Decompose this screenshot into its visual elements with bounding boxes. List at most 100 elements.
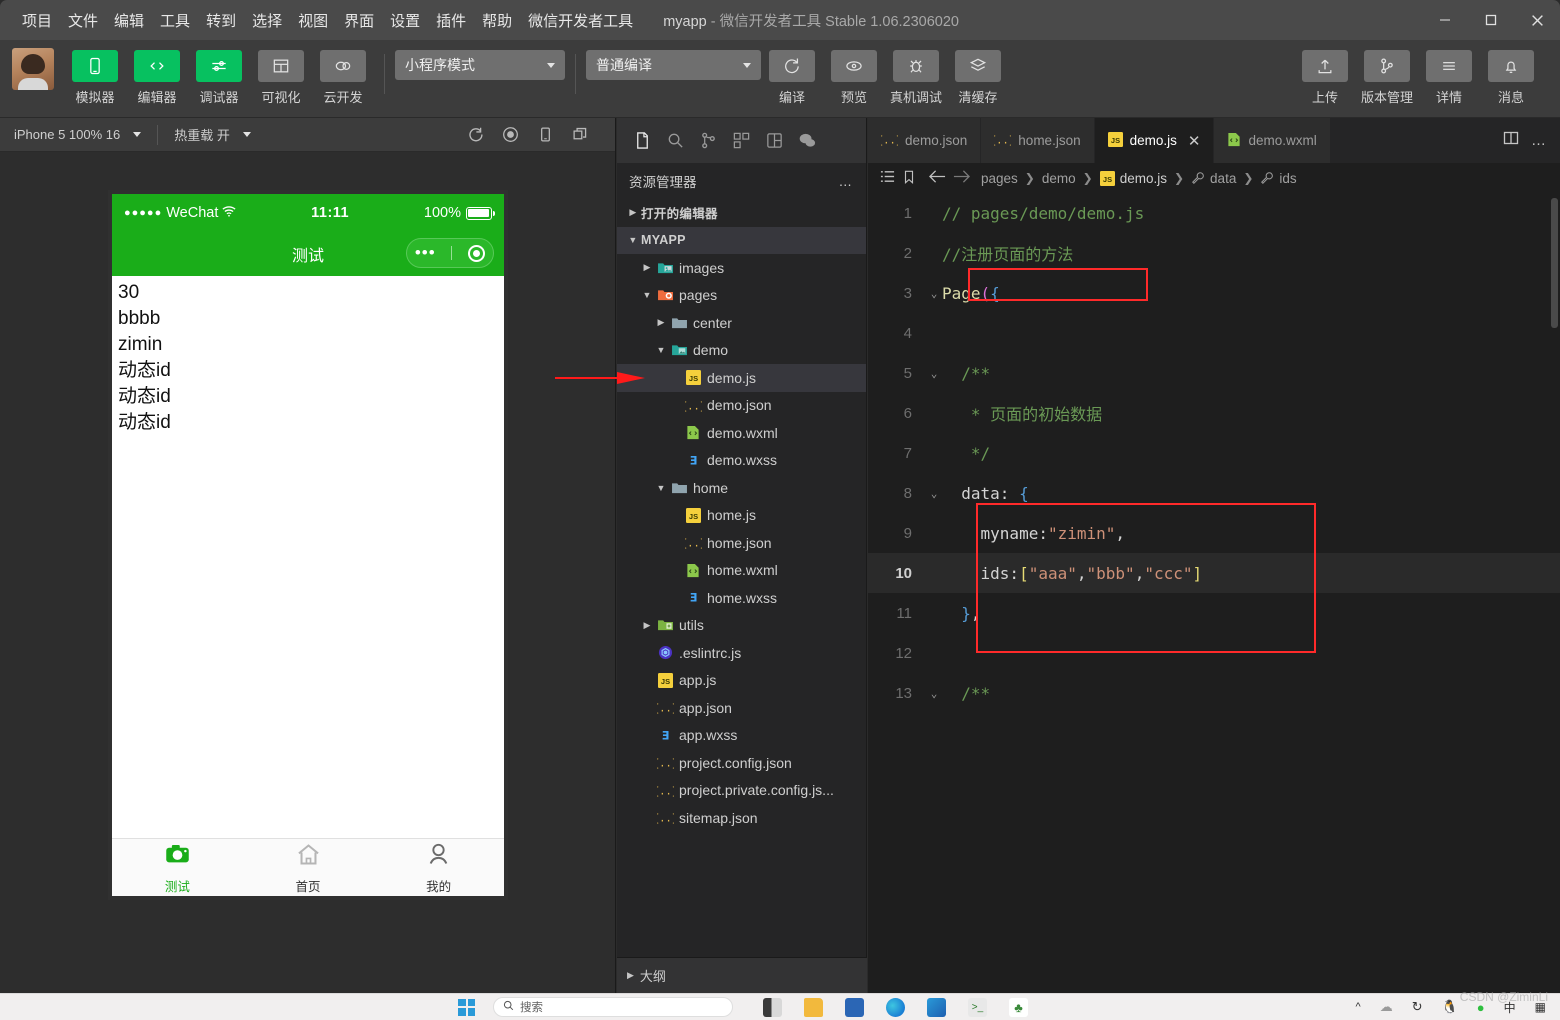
file-tree-item-pages[interactable]: ▼ pages <box>617 282 866 310</box>
code-line-9[interactable]: 9 myname:"zimin", <box>868 513 1560 553</box>
refresh-icon[interactable] <box>467 126 484 143</box>
menu-item-8[interactable]: 设置 <box>382 6 428 35</box>
file-tree-item-home.js[interactable]: ▶JShome.js <box>617 502 866 530</box>
files-icon[interactable] <box>627 126 657 156</box>
chevron-down-icon-fold[interactable]: ⌄ <box>926 687 942 700</box>
minimize-button[interactable] <box>1422 0 1468 40</box>
clover-icon[interactable]: ♣ <box>1009 997 1028 1017</box>
file-tree-item-sitemap.json[interactable]: ▶{..}sitemap.json <box>617 804 866 832</box>
file-tree-item-project.private.config.js...[interactable]: ▶{..}project.private.config.js... <box>617 777 866 805</box>
editor-tab-home.json[interactable]: {..} home.json <box>981 118 1095 163</box>
menu-item-10[interactable]: 帮助 <box>474 6 520 35</box>
terminal-icon[interactable]: >_ <box>968 997 987 1017</box>
phone-simulator[interactable]: ●●●●● WeChat 11:11 100% 测试 ••• 30 bbbb z… <box>108 190 508 900</box>
file-tree-item-app.js[interactable]: ▶JSapp.js <box>617 667 866 695</box>
source-control-icon[interactable] <box>693 126 723 156</box>
code-line-1[interactable]: 1 // pages/demo/demo.js <box>868 193 1560 233</box>
file-tree-item-demo[interactable]: ▼ demo <box>617 337 866 365</box>
tabbar-item-我的[interactable]: 我的 <box>373 839 504 896</box>
code-line-12[interactable]: 12 <box>868 633 1560 673</box>
breadcrumb-item-data[interactable]: data <box>1191 171 1236 186</box>
code-line-2[interactable]: 2 //注册页面的方法 <box>868 233 1560 273</box>
file-tree-item-.eslintrc.js[interactable]: ▶.eslintrc.js <box>617 639 866 667</box>
tabbar-item-测试[interactable]: 测试 <box>112 839 243 896</box>
code-line-3[interactable]: 3 ⌄ Page({ <box>868 273 1560 313</box>
outline-section[interactable]: ▶ 大纲 <box>617 957 867 993</box>
windows-icon[interactable] <box>572 126 589 143</box>
menu-item-0[interactable]: 项目 <box>14 6 60 35</box>
editor-tab-demo.wxml[interactable]: demo.wxml <box>1214 118 1331 163</box>
menu-item-1[interactable]: 文件 <box>60 6 106 35</box>
file-tree-item-home[interactable]: ▼ home <box>617 474 866 502</box>
file-tree-item-utils[interactable]: ▶ utils <box>617 612 866 640</box>
split-editor-icon[interactable] <box>1503 130 1519 151</box>
menu-item-11[interactable]: 微信开发者工具 <box>520 6 641 35</box>
file-tree-item-home.json[interactable]: ▶{..}home.json <box>617 529 866 557</box>
file-tree-item-app.json[interactable]: ▶{..}app.json <box>617 694 866 722</box>
office-icon[interactable] <box>927 997 946 1017</box>
file-tree-item-home.wxml[interactable]: ▶home.wxml <box>617 557 866 585</box>
code-line-11[interactable]: 11 }, <box>868 593 1560 633</box>
close-button[interactable] <box>1514 0 1560 40</box>
menu-item-4[interactable]: 转到 <box>198 6 244 35</box>
menu-item-7[interactable]: 界面 <box>336 6 382 35</box>
file-tree-item-app.wxss[interactable]: ▶Ǝapp.wxss <box>617 722 866 750</box>
code-line-13[interactable]: 13 ⌄ /** <box>868 673 1560 713</box>
file-tree-item-images[interactable]: ▶ images <box>617 254 866 282</box>
breadcrumb-item-demo.js[interactable]: JS demo.js <box>1099 170 1167 186</box>
breadcrumb-item-pages[interactable]: pages <box>981 171 1018 186</box>
toolbar-button-真机调试[interactable]: 真机调试 <box>885 40 947 106</box>
taskbar-search[interactable]: 搜索 <box>493 997 733 1017</box>
toolbar-button-消息[interactable]: 消息 <box>1480 40 1542 106</box>
code-line-5[interactable]: 5 ⌄ /** <box>868 353 1560 393</box>
debug-icon[interactable] <box>759 126 789 156</box>
extensions-icon[interactable] <box>726 126 756 156</box>
file-tree-item-demo.js[interactable]: ▶JSdemo.js <box>555 364 866 392</box>
file-tree-item-demo.wxss[interactable]: ▶Ǝdemo.wxss <box>617 447 866 475</box>
nav-forward-icon[interactable] <box>953 169 970 187</box>
qq-icon[interactable]: 🐧 <box>1442 999 1458 1015</box>
file-tree-item-demo.wxml[interactable]: ▶demo.wxml <box>617 419 866 447</box>
code-line-4[interactable]: 4 <box>868 313 1560 353</box>
capsule-menu[interactable]: ••• <box>406 238 494 268</box>
file-explorer-icon[interactable] <box>804 997 823 1017</box>
toolbar-button-编辑器[interactable]: 编辑器 <box>126 40 188 106</box>
menu-item-2[interactable]: 编辑 <box>106 6 152 35</box>
user-avatar[interactable] <box>12 48 54 90</box>
mode-select[interactable]: 小程序模式 <box>395 50 565 80</box>
toolbar-button-详情[interactable]: 详情 <box>1418 40 1480 106</box>
file-tree-item-home.wxss[interactable]: ▶Ǝhome.wxss <box>617 584 866 612</box>
compile-select[interactable]: 普通编译 <box>586 50 761 80</box>
toolbar-button-可视化[interactable]: 可视化 <box>250 40 312 106</box>
outline-list-icon[interactable] <box>880 169 895 187</box>
menu-item-6[interactable]: 视图 <box>290 6 336 35</box>
toolbar-button-模拟器[interactable]: 模拟器 <box>64 40 126 106</box>
code-line-7[interactable]: 7 */ <box>868 433 1560 473</box>
edge-icon[interactable] <box>886 997 905 1017</box>
file-tree-item-project.config.json[interactable]: ▶{..}project.config.json <box>617 749 866 777</box>
code-line-8[interactable]: 8 ⌄ data: { <box>868 473 1560 513</box>
editor-tab-close[interactable]: ✕ <box>1188 132 1201 150</box>
record-icon[interactable] <box>502 126 519 143</box>
windows-icon[interactable] <box>458 998 475 1016</box>
phone-icon[interactable] <box>537 126 554 143</box>
chevron-down-icon-fold[interactable]: ⌄ <box>926 367 942 380</box>
toolbar-button-预览[interactable]: 预览 <box>823 40 885 106</box>
chevron-up-icon-tray[interactable]: ^ <box>1356 1001 1361 1013</box>
toolbar-button-调试器[interactable]: 调试器 <box>188 40 250 106</box>
menu-item-9[interactable]: 插件 <box>428 6 474 35</box>
file-tree-item-center[interactable]: ▶ center <box>617 309 866 337</box>
wechat-icon[interactable] <box>792 126 822 156</box>
toolbar-button-云开发[interactable]: 云开发 <box>312 40 374 106</box>
cloud-icon[interactable]: ☁ <box>1380 999 1393 1015</box>
chevron-down-icon-fold[interactable]: ⌄ <box>926 487 942 500</box>
toolbar-button-清缓存[interactable]: 清缓存 <box>947 40 1009 106</box>
breadcrumb-item-demo[interactable]: demo <box>1042 171 1076 186</box>
code-editor[interactable]: 1// pages/demo/demo.js 2//注册页面的方法 3 ⌄ Page({… <box>868 193 1560 801</box>
project-root-section[interactable]: ▼ MYAPP <box>617 226 866 254</box>
editor-tab-demo.json[interactable]: {..} demo.json <box>868 118 982 163</box>
update-icon[interactable]: ↻ <box>1412 999 1423 1015</box>
device-select[interactable]: iPhone 5 100% 16 <box>14 127 142 142</box>
menu-item-3[interactable]: 工具 <box>152 6 198 35</box>
code-line-6[interactable]: 6 * 页面的初始数据 <box>868 393 1560 433</box>
